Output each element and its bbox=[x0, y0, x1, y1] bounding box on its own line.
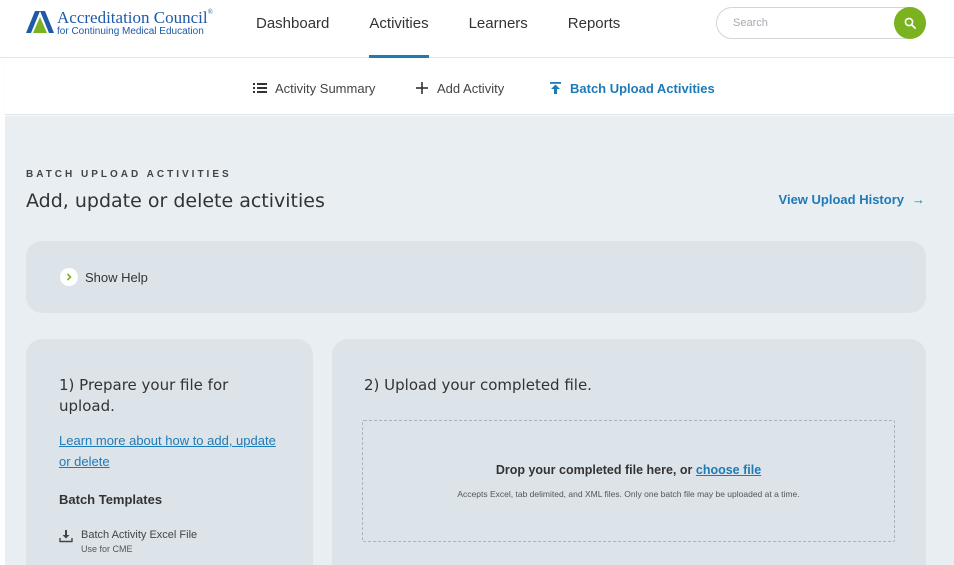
subnav-activity-summary[interactable]: Activity Summary bbox=[253, 79, 375, 97]
dropzone-text: Drop your completed file here, or bbox=[495, 463, 693, 477]
view-upload-history-link[interactable]: View Upload History → bbox=[779, 192, 925, 207]
main-content: BATCH UPLOAD ACTIVITIES Add, update or d… bbox=[5, 116, 954, 565]
arrow-right-icon: → bbox=[912, 192, 925, 207]
search-box bbox=[716, 7, 926, 39]
nav-dashboard[interactable]: Dashboard bbox=[236, 0, 349, 58]
list-icon bbox=[253, 81, 267, 95]
main-nav: Dashboard Activities Learners Reports bbox=[236, 0, 640, 58]
prepare-file-card: 1) Prepare your file for upload. Learn m… bbox=[26, 339, 313, 565]
help-panel: Show Help bbox=[26, 241, 926, 313]
accme-logo[interactable]: Accreditation Council® for Continuing Me… bbox=[26, 9, 213, 37]
accepted-formats-note: Accepts Excel, tab delimited, and XML fi… bbox=[457, 489, 800, 499]
batch-templates-heading: Batch Templates bbox=[59, 492, 163, 507]
subnav-add-activity-label: Add Activity bbox=[437, 80, 505, 96]
logo-subtitle: for Continuing Medical Education bbox=[57, 26, 204, 37]
nav-reports[interactable]: Reports bbox=[548, 0, 641, 58]
search-button[interactable] bbox=[894, 7, 926, 39]
subnav-batch-upload-label: Batch Upload Activities bbox=[570, 80, 715, 96]
page-title: Add, update or delete activities bbox=[26, 190, 325, 212]
learn-more-link[interactable]: Learn more about how to add, update or d… bbox=[59, 430, 279, 472]
nav-activities[interactable]: Activities bbox=[349, 0, 448, 58]
subnav-activity-summary-label: Activity Summary bbox=[275, 80, 376, 96]
step1-title: 1) Prepare your file for upload. bbox=[59, 376, 229, 415]
plus-icon bbox=[415, 81, 429, 95]
search-input[interactable] bbox=[733, 14, 883, 32]
logo-title: Accreditation Council® bbox=[57, 8, 213, 27]
subnav-add-activity[interactable]: Add Activity bbox=[415, 79, 504, 97]
template-note: Use for CME bbox=[81, 544, 133, 554]
show-help-label: Show Help bbox=[85, 269, 148, 285]
dropzone-prompt: Drop your completed file here, or choose… bbox=[363, 463, 894, 477]
template-batch-activity-excel[interactable]: Batch Activity Excel File Use for CME bbox=[59, 529, 197, 554]
choose-file-link[interactable]: choose file bbox=[696, 463, 761, 477]
chevron-right-icon bbox=[60, 268, 78, 286]
file-dropzone[interactable]: Drop your completed file here, or choose… bbox=[362, 420, 895, 542]
upload-icon bbox=[548, 81, 562, 95]
show-help-toggle[interactable]: Show Help bbox=[60, 268, 148, 286]
page-eyebrow: BATCH UPLOAD ACTIVITIES bbox=[26, 169, 232, 180]
view-upload-history-label: View Upload History bbox=[778, 192, 904, 207]
subnav-batch-upload[interactable]: Batch Upload Activities bbox=[548, 79, 715, 97]
step2-title: 2) Upload your completed file. bbox=[364, 376, 592, 394]
top-header: Accreditation Council® for Continuing Me… bbox=[0, 0, 954, 58]
template-name: Batch Activity Excel File bbox=[81, 529, 198, 541]
logo-mark-icon bbox=[26, 11, 54, 33]
sub-nav: Activity Summary Add Activity Batch Uplo… bbox=[5, 59, 954, 115]
upload-file-card: 2) Upload your completed file. Drop your… bbox=[332, 339, 926, 565]
search-icon bbox=[904, 17, 916, 29]
nav-learners[interactable]: Learners bbox=[449, 0, 548, 58]
download-icon bbox=[59, 530, 73, 543]
